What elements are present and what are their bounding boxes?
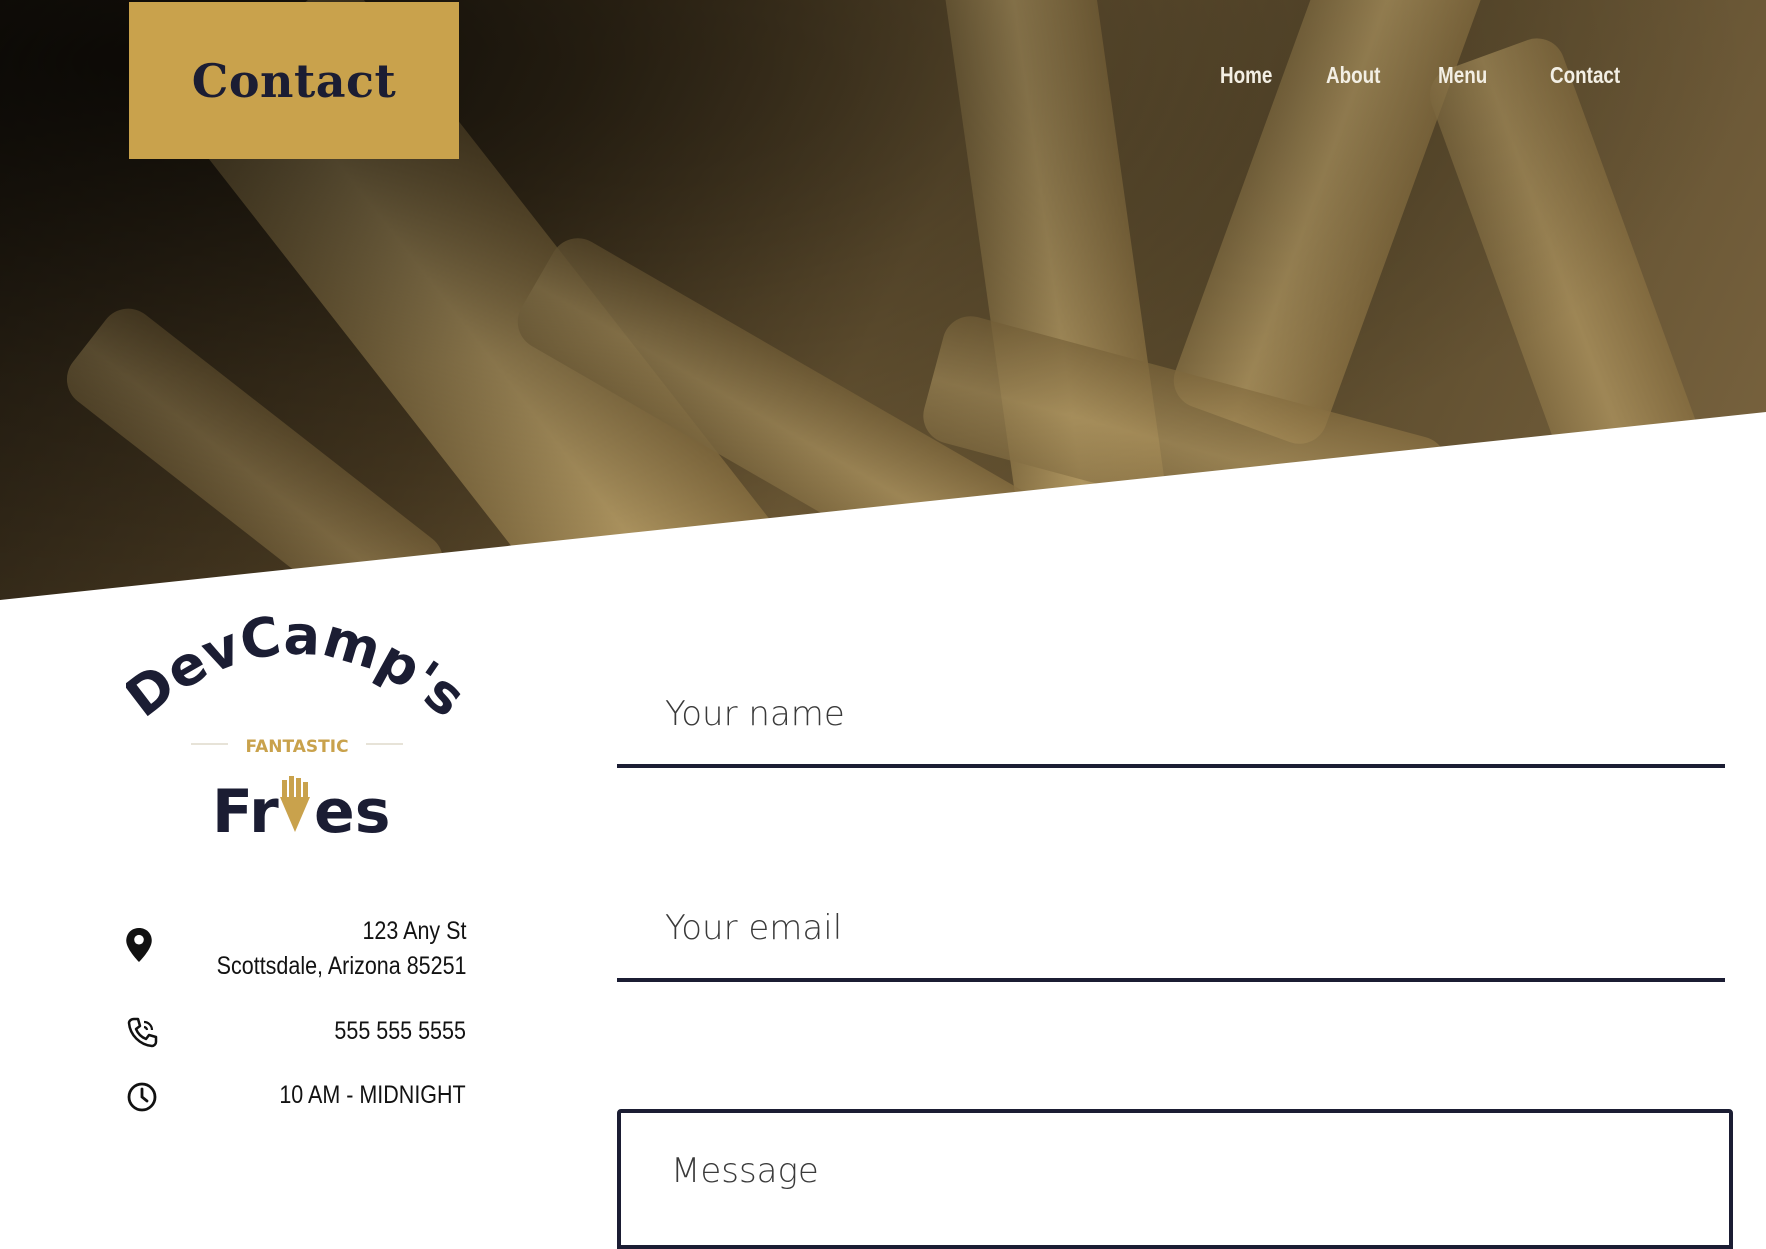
logo-bottom-text-start: Fr (212, 777, 279, 847)
email-field-wrapper (617, 878, 1725, 982)
message-textarea[interactable] (621, 1113, 1729, 1245)
logo-middle-text: FANTASTIC (245, 737, 348, 757)
fries-cone-icon (280, 776, 310, 832)
nav-home[interactable]: Home (1220, 62, 1272, 89)
logo-top-text: DevCamp's (126, 604, 466, 730)
hours-row: 10 AM - MIDNIGHT (126, 1078, 466, 1118)
main-nav: Home About Menu Contact (1220, 62, 1630, 89)
nav-contact[interactable]: Contact (1550, 62, 1620, 89)
nav-about[interactable]: About (1326, 62, 1380, 89)
address: 123 Any St Scottsdale, Arizona 85251 (216, 914, 466, 984)
phone-icon (127, 1017, 158, 1048)
message-field-wrapper (617, 1109, 1733, 1249)
address-line1: 123 Any St (361, 917, 466, 945)
name-field-wrapper (617, 664, 1725, 768)
business-hours: 10 AM - MIDNIGHT (279, 1081, 466, 1109)
clock-icon (127, 1082, 157, 1112)
logo-bottom-text-end: es (314, 777, 390, 847)
address-line2: Scottsdale, Arizona 85251 (216, 952, 466, 980)
address-row: 123 Any St Scottsdale, Arizona 85251 (126, 914, 466, 986)
email-input[interactable] (617, 878, 1725, 978)
nav-menu[interactable]: Menu (1438, 62, 1487, 89)
devcamps-fries-logo: DevCamp's FANTASTIC Fr es (126, 604, 466, 847)
page-title-badge: Contact (129, 2, 459, 159)
name-input[interactable] (617, 664, 1725, 764)
phone-row: 555 555 5555 (126, 1014, 466, 1054)
phone-number: 555 555 5555 (334, 1017, 466, 1045)
page-title: Contact (191, 53, 397, 108)
location-pin-icon (126, 928, 152, 962)
